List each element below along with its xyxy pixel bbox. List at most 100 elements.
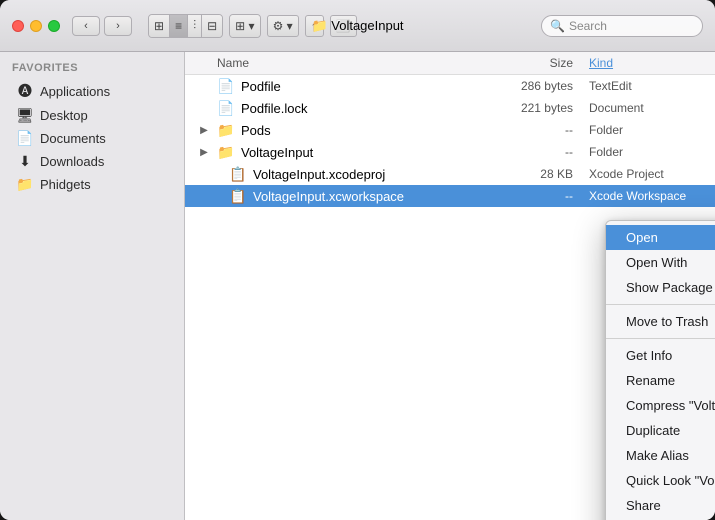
- desktop-icon: 🖥: [16, 107, 34, 124]
- sidebar-item-label: Applications: [40, 84, 110, 99]
- file-name: Pods: [241, 123, 271, 138]
- col-header-kind[interactable]: Kind: [585, 56, 715, 70]
- file-size: --: [485, 123, 585, 137]
- file-icon: 📄: [217, 100, 235, 117]
- context-menu-open[interactable]: Open: [606, 225, 715, 250]
- context-menu: Open Open With ▶ Show Package Contents M…: [605, 220, 715, 520]
- context-menu-move-trash[interactable]: Move to Trash: [606, 309, 715, 334]
- sidebar-item-label: Documents: [40, 131, 106, 146]
- file-name: VoltageInput.xcodeproj: [253, 167, 385, 182]
- ctx-quicklook-label: Quick Look "VoltageInput.xcworkspace": [626, 473, 715, 488]
- sidebar-item-downloads[interactable]: ⬇ Downloads: [4, 150, 180, 173]
- file-name-cell: 📋 VoltageInput.xcodeproj: [185, 166, 485, 183]
- sidebar-item-desktop[interactable]: 🖥 Desktop: [4, 104, 180, 127]
- folder-icon: 📁: [217, 122, 235, 139]
- sidebar-item-phidgets[interactable]: 📁 Phidgets: [4, 173, 180, 196]
- toolbar-right: 🔍 Search: [541, 15, 703, 37]
- ctx-separator: [606, 338, 715, 339]
- downloads-icon: ⬇: [16, 153, 34, 170]
- table-row[interactable]: 📋 VoltageInput.xcodeproj 28 KB Xcode Pro…: [185, 163, 715, 185]
- sidebar: Favorites 🅐 Applications 🖥 Desktop 📄 Doc…: [0, 52, 185, 520]
- file-size: 28 KB: [485, 167, 585, 181]
- icon-view-button[interactable]: ⊞: [149, 15, 170, 37]
- action-button[interactable]: ⚙ ▾: [267, 15, 299, 37]
- file-name-cell: 📄 Podfile.lock: [185, 100, 485, 117]
- sidebar-item-label: Desktop: [40, 108, 88, 123]
- forward-button[interactable]: ›: [104, 16, 132, 36]
- table-row[interactable]: 📋 VoltageInput.xcworkspace -- Xcode Work…: [185, 185, 715, 207]
- disclosure-triangle[interactable]: ▶: [197, 147, 211, 158]
- file-name: Podfile: [241, 79, 281, 94]
- context-menu-show-package[interactable]: Show Package Contents: [606, 275, 715, 300]
- file-name-cell: ▶ 📁 Pods: [185, 122, 485, 139]
- disclosure-triangle[interactable]: ▶: [197, 125, 211, 136]
- documents-icon: 📄: [16, 130, 34, 147]
- ctx-show-package-label: Show Package Contents: [626, 280, 715, 295]
- ctx-share-label: Share: [626, 498, 661, 513]
- xcworkspace-icon: 📋: [229, 188, 247, 205]
- finder-window: ‹ › ⊞ ≡ ⫶ ⊟ ⊞ ▾ ⚙ ▾ ↑ ⬜ 📁 VoltageInput 🔍…: [0, 0, 715, 520]
- file-size: --: [485, 189, 585, 203]
- table-row[interactable]: ▶ 📁 VoltageInput -- Folder: [185, 141, 715, 163]
- phidgets-icon: 📁: [16, 176, 34, 193]
- file-size: 286 bytes: [485, 79, 585, 93]
- context-menu-make-alias[interactable]: Make Alias: [606, 443, 715, 468]
- file-size: 221 bytes: [485, 101, 585, 115]
- arrange-group: ⊞ ▾: [229, 14, 260, 38]
- back-button[interactable]: ‹: [72, 16, 100, 36]
- context-menu-duplicate[interactable]: Duplicate: [606, 418, 715, 443]
- ctx-open-with-label: Open With: [626, 255, 687, 270]
- file-kind: Folder: [585, 145, 715, 159]
- titlebar: ‹ › ⊞ ≡ ⫶ ⊟ ⊞ ▾ ⚙ ▾ ↑ ⬜ 📁 VoltageInput 🔍…: [0, 0, 715, 52]
- file-icon: 📄: [217, 78, 235, 95]
- gallery-view-button[interactable]: ⊟: [202, 15, 222, 37]
- nav-buttons: ‹ ›: [72, 16, 132, 36]
- xcode-icon: 📋: [229, 166, 247, 183]
- file-area: Name Size Kind 📄 Podfile 286 bytes TextE…: [185, 52, 715, 520]
- context-menu-rename[interactable]: Rename: [606, 368, 715, 393]
- ctx-alias-label: Make Alias: [626, 448, 689, 463]
- table-row[interactable]: 📄 Podfile 286 bytes TextEdit: [185, 75, 715, 97]
- table-row[interactable]: ▶ 📁 Pods -- Folder: [185, 119, 715, 141]
- table-row[interactable]: 📄 Podfile.lock 221 bytes Document: [185, 97, 715, 119]
- context-menu-quick-look[interactable]: Quick Look "VoltageInput.xcworkspace": [606, 468, 715, 493]
- col-header-size[interactable]: Size: [485, 56, 585, 70]
- list-view-button[interactable]: ≡: [170, 15, 188, 37]
- folder-icon: 📁: [217, 144, 235, 161]
- search-box[interactable]: 🔍 Search: [541, 15, 703, 37]
- close-button[interactable]: [12, 20, 24, 32]
- file-kind: Xcode Workspace: [585, 189, 715, 203]
- sidebar-section-label: Favorites: [0, 60, 184, 78]
- applications-icon: 🅐: [16, 81, 34, 101]
- context-menu-share[interactable]: Share ▶: [606, 493, 715, 518]
- ctx-separator: [606, 304, 715, 305]
- file-kind: Document: [585, 101, 715, 115]
- context-menu-get-info[interactable]: Get Info: [606, 343, 715, 368]
- sidebar-item-applications[interactable]: 🅐 Applications: [4, 78, 180, 104]
- ctx-open-label: Open: [626, 230, 658, 245]
- column-view-button[interactable]: ⫶: [188, 15, 202, 37]
- context-menu-open-with[interactable]: Open With ▶: [606, 250, 715, 275]
- ctx-compress-label: Compress "VoltageInput.xcworkspace": [626, 398, 715, 413]
- file-name-cell: ▶ 📁 VoltageInput: [185, 144, 485, 161]
- file-kind: TextEdit: [585, 79, 715, 93]
- view-mode-group: ⊞ ≡ ⫶ ⊟: [148, 14, 223, 38]
- file-name-cell: 📋 VoltageInput.xcworkspace: [185, 188, 485, 205]
- file-list-header: Name Size Kind: [185, 52, 715, 75]
- window-title: VoltageInput: [331, 18, 403, 33]
- file-name-cell: 📄 Podfile: [185, 78, 485, 95]
- ctx-rename-label: Rename: [626, 373, 675, 388]
- main-content: Favorites 🅐 Applications 🖥 Desktop 📄 Doc…: [0, 52, 715, 520]
- minimize-button[interactable]: [30, 20, 42, 32]
- maximize-button[interactable]: [48, 20, 60, 32]
- col-header-name[interactable]: Name: [185, 56, 485, 70]
- arrange-button[interactable]: ⊞ ▾: [230, 15, 259, 37]
- file-name: VoltageInput.xcworkspace: [253, 189, 404, 204]
- sidebar-item-label: Phidgets: [40, 177, 91, 192]
- ctx-duplicate-label: Duplicate: [626, 423, 680, 438]
- file-size: --: [485, 145, 585, 159]
- context-menu-compress[interactable]: Compress "VoltageInput.xcworkspace": [606, 393, 715, 418]
- traffic-lights: [12, 20, 60, 32]
- sidebar-item-documents[interactable]: 📄 Documents: [4, 127, 180, 150]
- file-name: Podfile.lock: [241, 101, 307, 116]
